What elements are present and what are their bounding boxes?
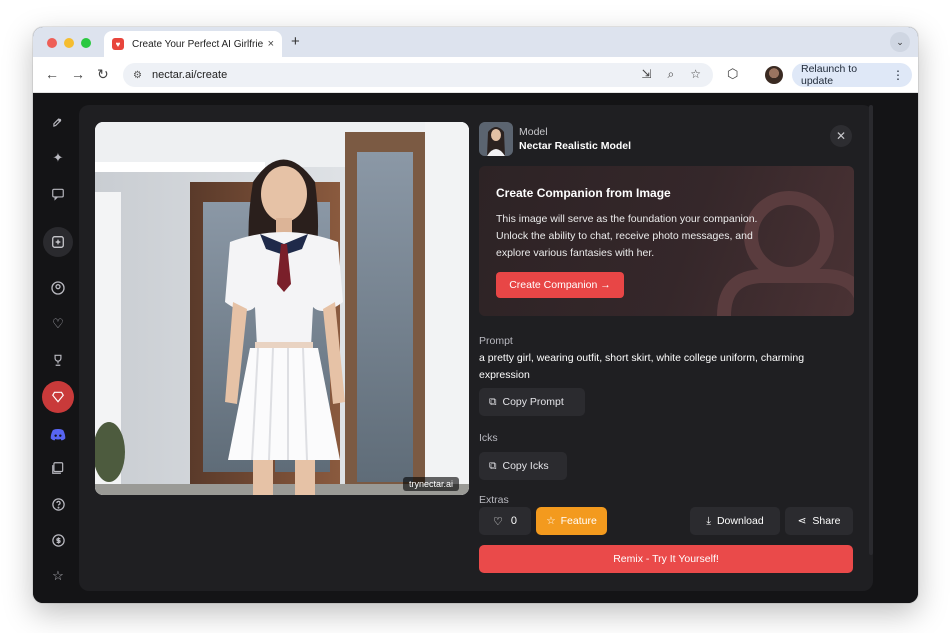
feature-button[interactable]: ☆ Feature — [536, 507, 607, 535]
browser-tab[interactable]: ♥ Create Your Perfect AI Girlfrie × — [104, 31, 282, 57]
back-arrow-icon[interactable]: ← — [45, 66, 59, 82]
gem-icon[interactable] — [42, 381, 74, 413]
help-icon[interactable] — [46, 492, 70, 516]
profile-icon[interactable] — [46, 276, 70, 300]
download-button[interactable]: ⤓ Download — [690, 507, 780, 535]
maximize-window-button[interactable] — [81, 38, 91, 48]
site-settings-icon[interactable]: ⚙ — [133, 70, 142, 81]
share-label: Share — [812, 515, 841, 527]
generated-image-illustration — [95, 122, 469, 495]
image-detail-modal: trynectar.ai Model Nectar Realistic Mode… — [79, 105, 873, 591]
address-bar[interactable]: ⚙ nectar.ai/create ⇲ ⌕ ☆ — [123, 63, 713, 87]
create-companion-button[interactable]: Create Companion → — [496, 272, 624, 298]
rocket-icon[interactable] — [46, 110, 70, 134]
heart-icon[interactable]: ♡ — [46, 312, 70, 336]
add-icon[interactable] — [43, 227, 73, 257]
relaunch-button[interactable]: Relaunch to update ⋮ — [792, 63, 912, 87]
tab-title: Create Your Perfect AI Girlfrie — [132, 38, 264, 50]
share-button[interactable]: ⋖ Share — [785, 507, 853, 535]
bookmark-star-icon[interactable]: ☆ — [690, 67, 701, 82]
heart-icon: ♡ — [493, 515, 503, 528]
chat-icon[interactable] — [46, 182, 70, 206]
companion-description: This image will serve as the foundation … — [496, 213, 758, 259]
tab-search-chevron-icon[interactable]: ⌄ — [890, 32, 910, 52]
icks-label: Icks — [479, 432, 498, 444]
url-text: nectar.ai/create — [151, 69, 228, 81]
model-label: Model — [519, 126, 548, 138]
create-companion-card: Create Companion from Image This image w… — [479, 166, 854, 316]
copy-prompt-button[interactable]: ⧉ Copy Prompt — [479, 388, 585, 416]
browser-toolbar: ← → ↻ ⚙ nectar.ai/create ⇲ ⌕ ☆ ⬡ Relaunc… — [33, 57, 918, 93]
trophy-icon[interactable] — [46, 348, 70, 372]
prompt-label: Prompt — [479, 335, 513, 347]
relaunch-label: Relaunch to update — [801, 63, 858, 87]
minimize-window-button[interactable] — [64, 38, 74, 48]
reload-icon[interactable]: ↻ — [97, 66, 109, 83]
copy-icks-label: Copy Icks — [502, 460, 549, 472]
prompt-text: a pretty girl, wearing outfit, short ski… — [479, 352, 805, 381]
sidebar: ✦ ♡ ☆ — [33, 93, 83, 603]
tab-close-icon[interactable]: × — [268, 38, 274, 50]
extensions-puzzle-icon[interactable]: ⬡ — [727, 66, 738, 82]
app-area: ✦ ♡ ☆ trynectar.ai Model Nectar Realisti… — [33, 93, 918, 603]
feature-label: Feature — [560, 515, 597, 527]
more-menu-icon[interactable]: ⋮ — [892, 68, 904, 82]
discord-icon[interactable] — [46, 423, 70, 447]
close-icon[interactable]: ✕ — [830, 125, 852, 147]
like-count: 0 — [510, 515, 517, 527]
remix-button[interactable]: Remix - Try It Yourself! — [479, 545, 853, 573]
generated-image[interactable]: trynectar.ai — [95, 122, 469, 495]
star-icon[interactable]: ☆ — [46, 564, 70, 588]
modal-scrollbar[interactable] — [869, 105, 873, 555]
sparkles-icon[interactable]: ✦ — [46, 146, 70, 170]
profile-avatar[interactable] — [765, 66, 783, 84]
copy-icon: ⧉ — [489, 459, 497, 472]
new-tab-button[interactable]: + — [291, 33, 300, 50]
close-window-button[interactable] — [47, 38, 57, 48]
extras-label: Extras — [479, 494, 509, 503]
action-row: ♡ 0 ☆ Feature ⤓ Download ⋖ Share — [479, 507, 854, 535]
tab-strip: ♥ Create Your Perfect AI Girlfrie × + ⌄ — [33, 27, 918, 57]
star-icon: ☆ — [546, 515, 556, 527]
install-app-icon[interactable]: ⇲ — [641, 67, 651, 82]
forward-arrow-icon[interactable]: → — [71, 66, 85, 82]
gallery-icon[interactable] — [46, 456, 70, 480]
browser-window: ♥ Create Your Perfect AI Girlfrie × + ⌄ … — [33, 27, 918, 603]
download-icon: ⤓ — [706, 514, 711, 527]
companion-title: Create Companion from Image — [496, 186, 671, 200]
copy-icon: ⧉ — [489, 395, 497, 408]
share-icon: ⋖ — [797, 515, 807, 527]
zoom-icon[interactable]: ⌕ — [668, 67, 675, 82]
model-name: Nectar Realistic Model — [519, 140, 632, 152]
like-button[interactable]: ♡ 0 — [479, 507, 531, 535]
heart-favicon-icon: ♥ — [112, 38, 124, 50]
model-thumbnail — [479, 122, 513, 156]
copy-prompt-label: Copy Prompt — [502, 396, 564, 408]
download-label: Download — [716, 515, 764, 527]
watermark: trynectar.ai — [402, 477, 459, 491]
coin-icon[interactable] — [46, 528, 70, 552]
copy-icks-button[interactable]: ⧉ Copy Icks — [479, 452, 567, 480]
